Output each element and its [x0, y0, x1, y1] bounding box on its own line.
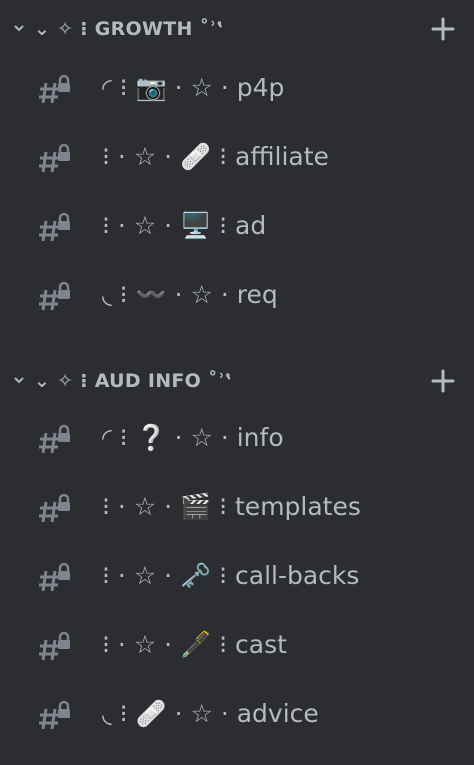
plus-icon[interactable]	[430, 16, 456, 42]
channel-name: ⁝ · ☆ · 🩹 ⁝ affiliate	[102, 142, 329, 171]
category-growth[interactable]: ⌄ ✧ ⁝ GROWTH ˚ʾ‛	[0, 14, 474, 44]
hashtag-lock-icon	[39, 143, 70, 173]
hashtag-lock-icon	[39, 631, 70, 661]
channel-name: ⁝ · ☆ · 🎬 ⁝ templates	[102, 492, 361, 521]
channel-item[interactable]: ⁝ · ☆ · 🗝️ ⁝ call-backs	[26, 548, 466, 606]
channel-name: ◜ ⁝ ❔ · ☆ · info	[102, 423, 284, 452]
hashtag-lock-icon	[39, 424, 70, 454]
plus-icon[interactable]	[430, 368, 456, 394]
channel-name: ⁝ · ☆ · 🗝️ ⁝ call-backs	[102, 561, 360, 590]
channel-name: ⁝ · ☆ · 🖋️ ⁝ cast	[102, 630, 287, 659]
channel-item[interactable]: ◜ ⁝ 📷 · ☆ · p4p	[26, 60, 466, 118]
category-aud-info[interactable]: ⌄ ✧ ⁝ AUD INFO ˚ʾ‛	[0, 366, 474, 396]
channel-item[interactable]: ◜ ⁝ ❔ · ☆ · info	[26, 410, 466, 468]
chevron-down-icon	[14, 377, 24, 384]
hashtag-lock-icon	[39, 281, 70, 311]
hashtag-lock-icon	[39, 562, 70, 592]
channel-name: ◜ ⁝ 📷 · ☆ · p4p	[102, 73, 285, 102]
hashtag-lock-icon	[39, 493, 70, 523]
channel-item[interactable]: ◟ ⁝ 🩹 · ☆ · advice	[26, 686, 466, 744]
channel-name: ◟ ⁝ 〰️ · ☆ · req	[102, 280, 278, 309]
channel-item[interactable]: ⁝ · ☆ · 🎬 ⁝ templates	[26, 479, 466, 537]
channel-sidebar: ⌄ ✧ ⁝ GROWTH ˚ʾ‛ ◜ ⁝ 📷 · ☆ · p4p ⁝ · ☆ ·…	[0, 0, 474, 765]
channel-name: ◟ ⁝ 🩹 · ☆ · advice	[102, 699, 319, 728]
channel-item[interactable]: ⁝ · ☆ · 🖥️ ⁝ ad	[26, 198, 466, 256]
category-title: ⌄ ✧ ⁝ GROWTH ˚ʾ‛	[34, 18, 225, 40]
chevron-down-icon	[14, 25, 24, 32]
channel-name: ⁝ · ☆ · 🖥️ ⁝ ad	[102, 211, 267, 240]
hashtag-lock-icon	[39, 700, 70, 730]
hashtag-lock-icon	[39, 212, 70, 242]
category-title: ⌄ ✧ ⁝ AUD INFO ˚ʾ‛	[34, 370, 233, 392]
channel-item[interactable]: ⁝ · ☆ · 🩹 ⁝ affiliate	[26, 129, 466, 187]
hashtag-lock-icon	[39, 74, 70, 104]
channel-item[interactable]: ◟ ⁝ 〰️ · ☆ · req	[26, 267, 466, 325]
channel-item[interactable]: ⁝ · ☆ · 🖋️ ⁝ cast	[26, 617, 466, 675]
